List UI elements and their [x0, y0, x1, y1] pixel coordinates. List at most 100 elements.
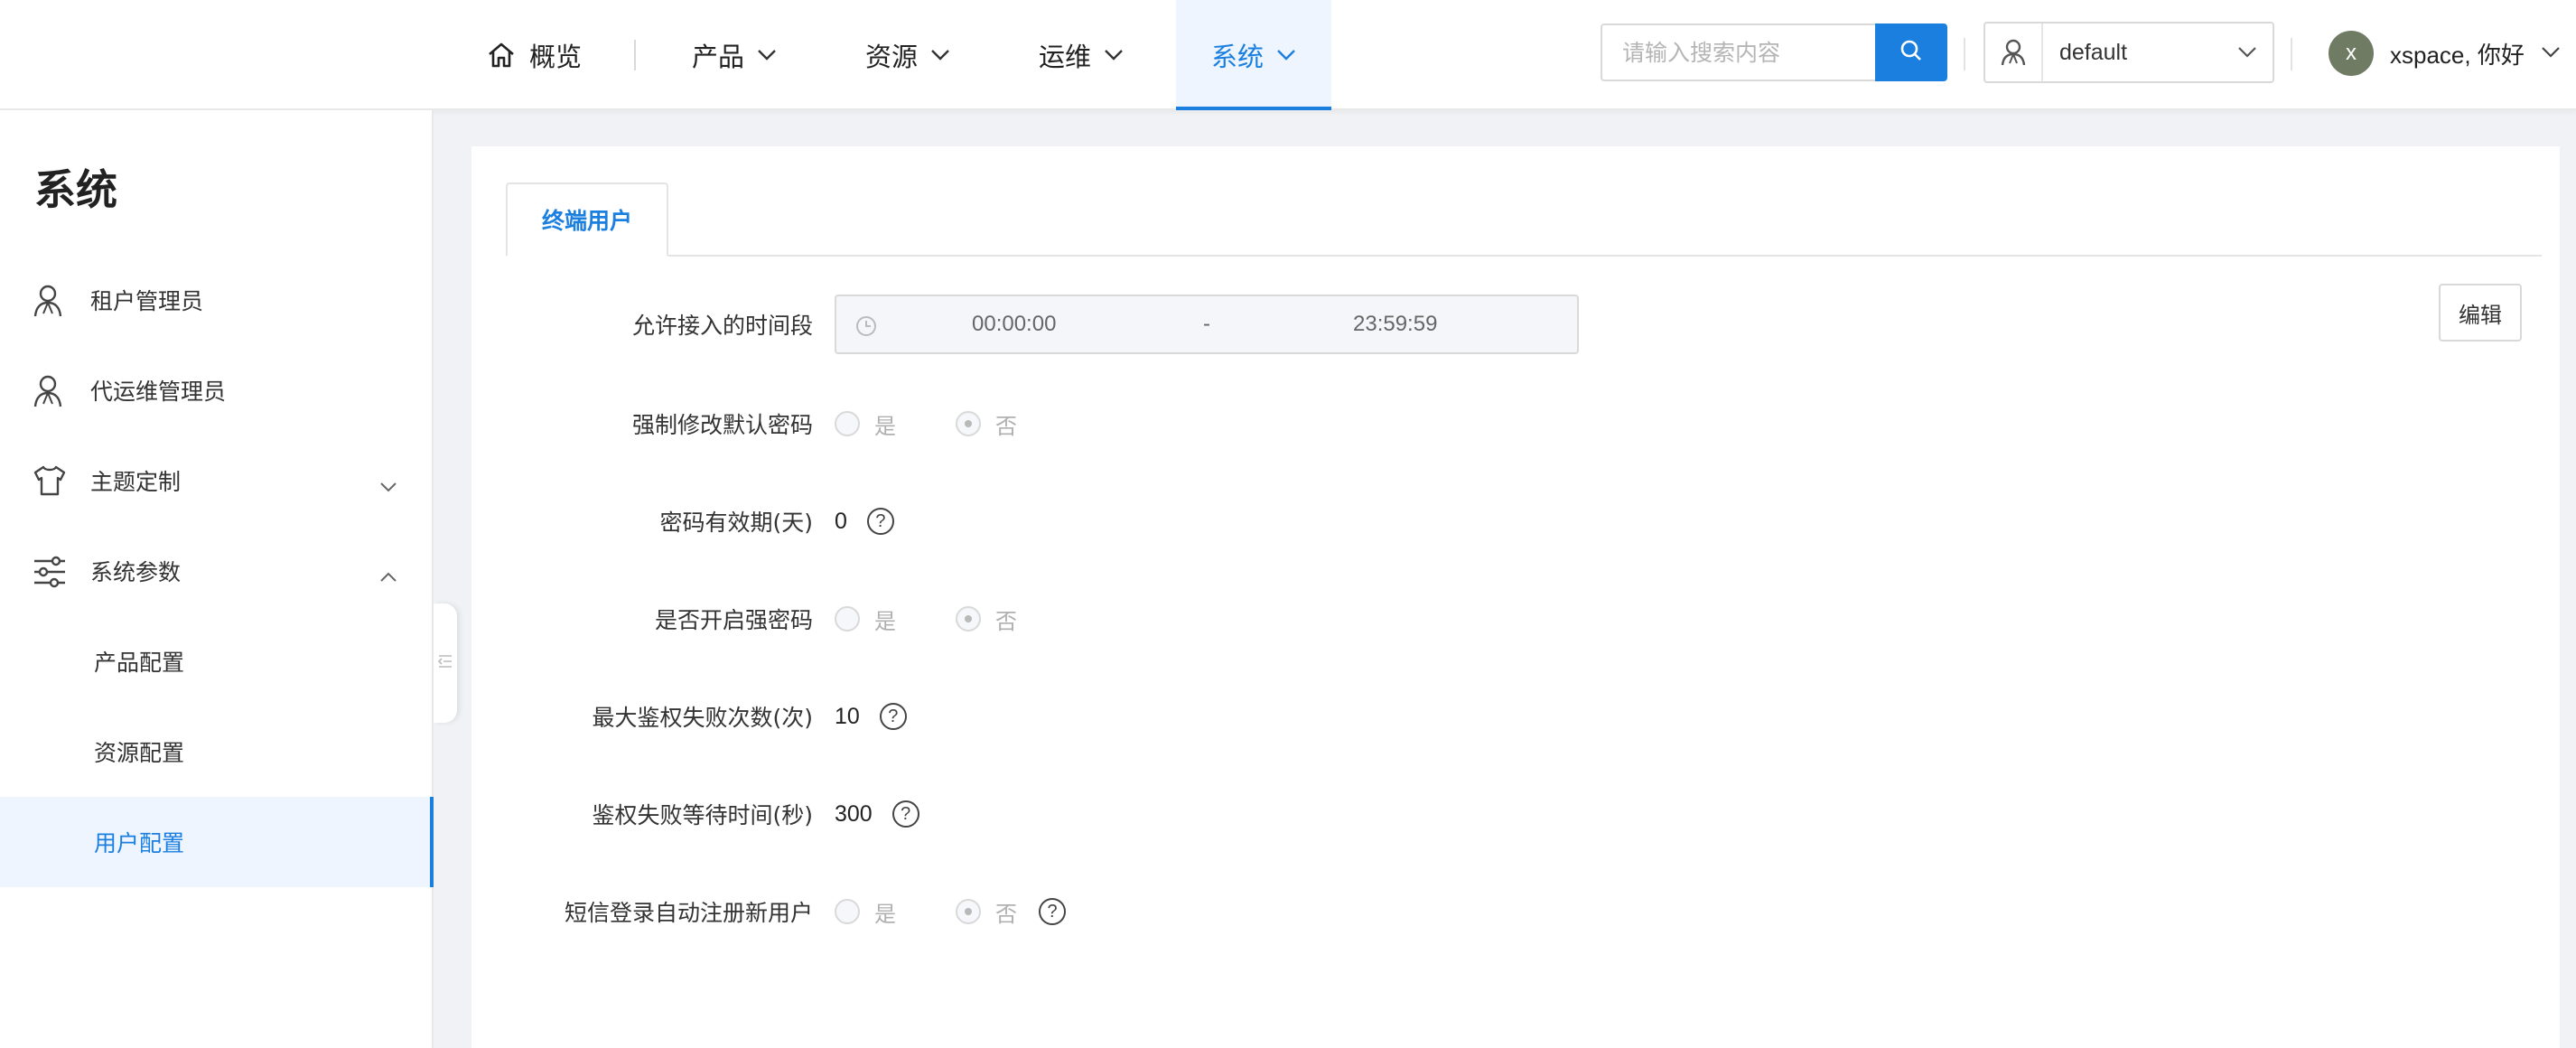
tab-end-user[interactable]: 终端用户 — [506, 182, 668, 257]
time-range-picker[interactable]: 00:00:00 - 23:59:59 — [835, 295, 1579, 354]
nav-label: 资源 — [865, 42, 919, 72]
edit-button[interactable]: 编辑 — [2439, 284, 2522, 342]
form-label: 允许接入的时间段 — [631, 313, 813, 339]
form-row-pwd-validity: 密码有效期(天) 0 ? — [471, 491, 2097, 551]
avatar: x — [2329, 31, 2374, 76]
sidebar-item-label: 资源配置 — [94, 740, 185, 766]
radio-yes[interactable]: 是 — [835, 408, 896, 440]
time-start: 00:00:00 — [972, 312, 1057, 336]
shirt-icon — [33, 464, 67, 502]
user-menu[interactable]: x xspace, 你好 — [2329, 27, 2561, 80]
sidebar-title: 系统 — [34, 165, 117, 214]
radio-dot — [835, 899, 860, 924]
radio-no[interactable]: 否 — [956, 604, 1017, 635]
sidebar-item-user-config[interactable]: 用户配置 — [0, 797, 434, 887]
form-row-time-range: 允许接入的时间段 00:00:00 - 23:59:59 — [471, 295, 2097, 354]
tenant-select[interactable]: default — [1983, 22, 2274, 83]
radio-group: 是 否 — [835, 604, 1077, 635]
nav-ops[interactable]: 运维 — [1039, 0, 1124, 110]
search-input[interactable] — [1601, 23, 1875, 81]
user-icon — [33, 284, 63, 323]
radio-yes[interactable]: 是 — [835, 604, 896, 635]
form-label: 鉴权失败等待时间(秒) — [592, 802, 813, 828]
radio-dot — [835, 606, 860, 632]
question-icon[interactable]: ? — [866, 508, 894, 535]
form-value: 0 ? — [835, 508, 894, 535]
sidebar-item-label: 系统参数 — [90, 559, 182, 585]
question-icon[interactable]: ? — [1039, 898, 1066, 925]
tenant-user-icon — [1985, 23, 2043, 81]
radio-label: 是 — [874, 901, 896, 927]
radio-dot — [956, 411, 981, 436]
form-label: 强制修改默认密码 — [631, 412, 813, 438]
nav-products[interactable]: 产品 — [692, 0, 777, 110]
sidebar-item-tenant-admin[interactable]: 租户管理员 — [0, 255, 432, 345]
chevron-down-icon — [930, 49, 950, 61]
form-row-force-change-pwd: 强制修改默认密码 是 否 — [471, 394, 2097, 454]
radio-dot — [956, 606, 981, 632]
nav-label: 概览 — [529, 42, 583, 72]
nav-resources[interactable]: 资源 — [865, 0, 950, 110]
form-row-max-auth-fail: 最大鉴权失败次数(次) 10 ? — [471, 687, 2097, 746]
sidebar-collapse-handle[interactable] — [434, 604, 457, 723]
header-divider — [2291, 38, 2292, 70]
time-end: 23:59:59 — [1353, 312, 1438, 336]
tenant-value: default — [2059, 39, 2128, 65]
radio-group: 是 否 ? — [835, 896, 1066, 928]
tabs-divider — [506, 255, 2542, 257]
sidebar-item-ops-admin[interactable]: 代运维管理员 — [0, 345, 432, 435]
radio-yes[interactable]: 是 — [835, 896, 896, 928]
form-label: 是否开启强密码 — [654, 607, 813, 633]
radio-no[interactable]: 否 — [956, 408, 1017, 440]
radio-no[interactable]: 否 — [956, 896, 1017, 928]
chevron-down-icon — [1276, 49, 1296, 61]
nav-label: 运维 — [1039, 42, 1092, 72]
top-navbar: 概览 产品 资源 运维 系统 default x xspace, 你好 — [0, 0, 2576, 110]
content-card: 终端用户 编辑 允许接入的时间段 00:00:00 - 23:59:59 强制修… — [471, 146, 2560, 1048]
nav-system[interactable]: 系统 — [1176, 0, 1331, 110]
question-icon[interactable]: ? — [879, 703, 907, 730]
form-label: 短信登录自动注册新用户 — [564, 900, 813, 926]
sidebar-item-label: 主题定制 — [90, 469, 182, 495]
radio-label: 否 — [995, 413, 1017, 439]
radio-dot — [835, 411, 860, 436]
nav-overview[interactable]: 概览 — [486, 0, 582, 110]
chevron-down-icon — [1104, 49, 1124, 61]
user-icon — [33, 374, 63, 414]
auth-wait-value: 300 — [835, 800, 873, 827]
chevron-down-icon — [2541, 45, 2561, 62]
chevron-down-icon — [2222, 46, 2273, 59]
sidebar-item-label: 租户管理员 — [90, 288, 204, 314]
form-label: 密码有效期(天) — [659, 510, 813, 536]
question-icon[interactable]: ? — [891, 800, 919, 828]
radio-label: 是 — [874, 608, 896, 634]
form-row-strong-pwd: 是否开启强密码 是 否 — [471, 589, 2097, 649]
form-row-auth-wait: 鉴权失败等待时间(秒) 300 ? — [471, 784, 2097, 844]
sidebar-item-label: 用户配置 — [94, 830, 185, 856]
sidebar: 系统 租户管理员 代运维管理员 主题定制 系统参数 产品配置 资源配置 用户配置 — [0, 110, 434, 1048]
clock-icon — [854, 314, 878, 344]
sidebar-item-system-params[interactable]: 系统参数 — [0, 526, 432, 616]
form-value: 10 ? — [835, 703, 907, 730]
search-icon — [1899, 38, 1924, 67]
search-button[interactable] — [1875, 23, 1947, 81]
collapse-icon — [437, 653, 453, 673]
sidebar-item-theme[interactable]: 主题定制 — [0, 435, 432, 526]
chevron-down-icon — [757, 49, 777, 61]
sidebar-item-resource-config[interactable]: 资源配置 — [0, 706, 432, 797]
radio-group: 是 否 — [835, 408, 1077, 440]
radio-dot — [956, 899, 981, 924]
nav-divider — [634, 40, 636, 70]
radio-label: 否 — [995, 608, 1017, 634]
sidebar-item-product-config[interactable]: 产品配置 — [0, 616, 432, 706]
header-divider — [1964, 38, 1965, 70]
sidebar-item-label: 代运维管理员 — [90, 379, 227, 405]
form-label: 最大鉴权失败次数(次) — [592, 705, 813, 731]
chevron-down-icon — [379, 472, 397, 498]
sidebar-item-label: 产品配置 — [94, 650, 185, 676]
active-indicator — [430, 797, 434, 887]
user-greeting: xspace, 你好 — [2390, 41, 2525, 69]
chevron-up-icon — [379, 562, 397, 588]
radio-label: 否 — [995, 901, 1017, 927]
form-value: 300 ? — [835, 800, 919, 828]
